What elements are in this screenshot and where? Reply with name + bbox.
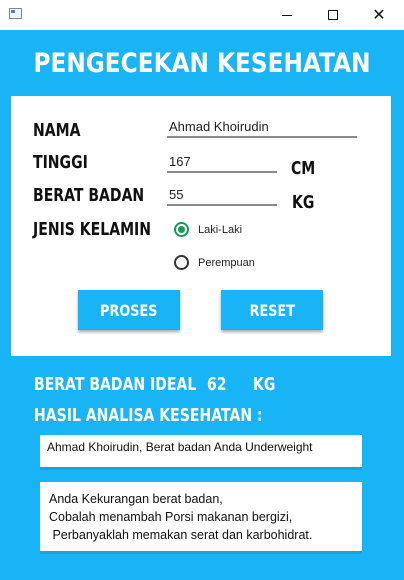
- minimize-button[interactable]: [264, 0, 310, 30]
- form-panel: NAMA Ahmad Khoirudin TINGGI 167 CM BERAT…: [11, 96, 391, 356]
- reset-button-label: RESET: [249, 300, 295, 320]
- ideal-weight-value: 62: [207, 374, 227, 395]
- analysis-label: HASIL ANALISA KESEHATAN :: [34, 405, 263, 426]
- summary-result-field: Ahmad Khoirudin, Berat badan Anda Underw…: [40, 435, 362, 470]
- minimize-icon: [282, 14, 292, 16]
- maximize-button[interactable]: [310, 0, 356, 30]
- radio-laki-laki[interactable]: Laki-Laki: [174, 222, 242, 237]
- proses-button-label: PROSES: [100, 300, 158, 320]
- advice-line: Perbanyaklah memakan serat dan karbohidr…: [49, 528, 313, 542]
- proses-button[interactable]: PROSES: [78, 290, 180, 330]
- close-icon: ✕: [372, 5, 386, 24]
- maximize-icon: [328, 10, 338, 20]
- berat-input[interactable]: 55: [167, 184, 277, 206]
- tinggi-unit: CM: [291, 158, 316, 179]
- nama-label: NAMA: [33, 120, 81, 141]
- advice-line: Cobalah menambah Porsi makanan bergizi,: [49, 510, 293, 524]
- app-frame: PENGECEKAN KESEHATAN NAMA Ahmad Khoirudi…: [0, 30, 404, 580]
- tinggi-label: TINGGI: [33, 152, 88, 173]
- nama-input[interactable]: Ahmad Khoirudin: [167, 116, 357, 138]
- radio-laki-laki-label: Laki-Laki: [198, 223, 243, 236]
- page-title: PENGECEKAN KESEHATAN: [33, 47, 371, 79]
- radio-perempuan-label: Perempuan: [198, 256, 255, 269]
- berat-unit: KG: [292, 192, 315, 213]
- radio-unchecked-icon[interactable]: [174, 255, 189, 270]
- close-button[interactable]: ✕: [356, 0, 402, 30]
- reset-button[interactable]: RESET: [221, 290, 323, 330]
- ideal-weight-unit: KG: [253, 374, 276, 395]
- window-app-icon: [9, 8, 22, 19]
- berat-label: BERAT BADAN: [33, 185, 145, 206]
- radio-checked-icon[interactable]: [174, 222, 189, 237]
- gender-label: JENIS KELAMIN: [33, 219, 152, 240]
- advice-result-field: Anda Kekurangan berat badan, Cobalah men…: [40, 482, 362, 554]
- advice-line: Anda Kekurangan berat badan,: [49, 492, 223, 506]
- title-bar: ✕: [0, 0, 404, 30]
- tinggi-input[interactable]: 167: [167, 151, 277, 173]
- radio-perempuan[interactable]: Perempuan: [174, 255, 255, 270]
- header: PENGECEKAN KESEHATAN: [0, 30, 404, 96]
- ideal-weight-label: BERAT BADAN IDEAL: [34, 374, 197, 395]
